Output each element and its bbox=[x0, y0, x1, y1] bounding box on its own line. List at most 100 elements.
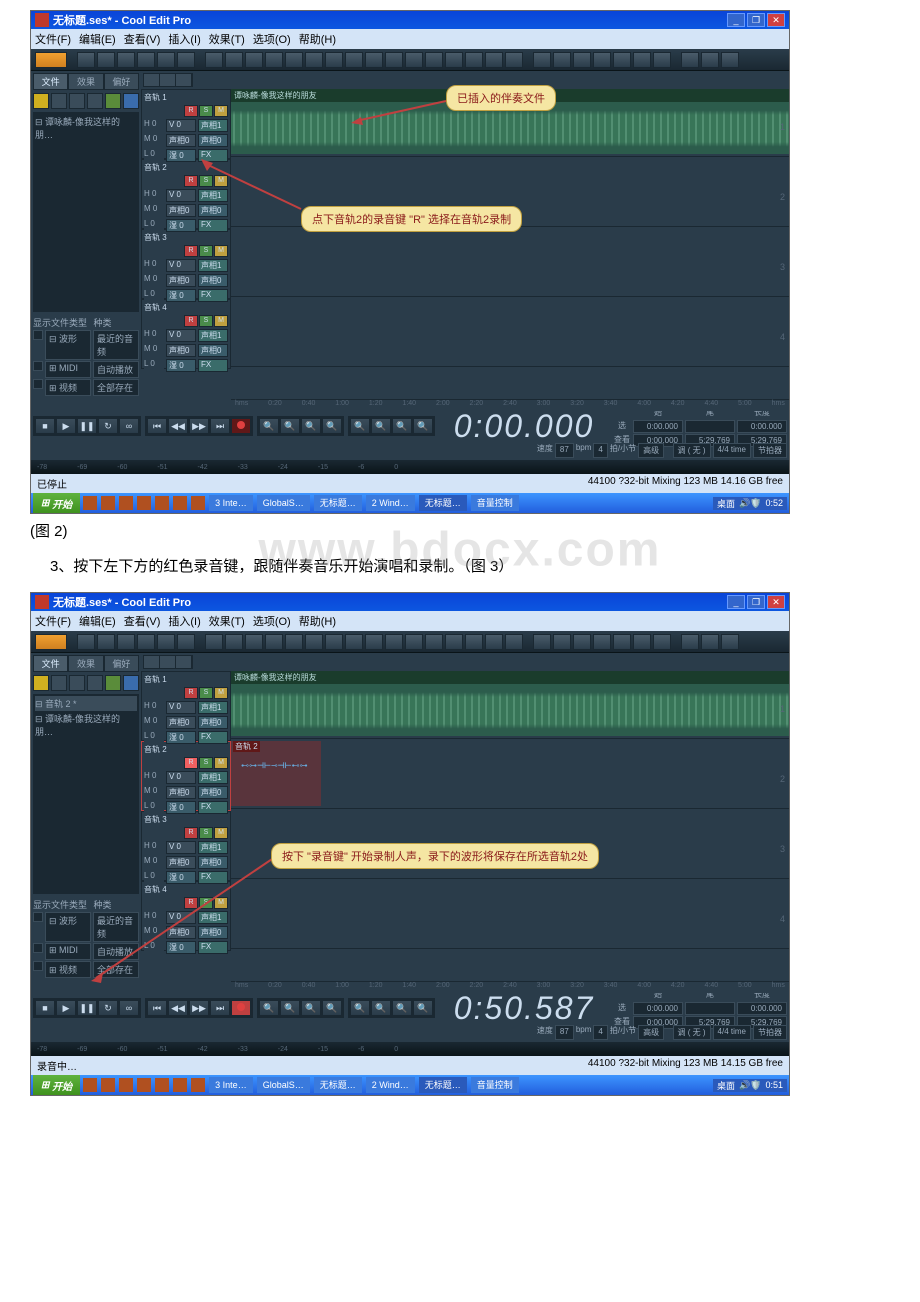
track2-mute[interactable]: M bbox=[214, 175, 228, 187]
all-exist[interactable]: 全部存在 bbox=[93, 961, 139, 978]
taskbar-item[interactable]: 无标题… bbox=[314, 495, 362, 511]
side-icon[interactable] bbox=[87, 675, 103, 691]
side-tab-fav[interactable]: 偏好 bbox=[104, 73, 139, 90]
tb-btn[interactable] bbox=[385, 52, 403, 68]
ql-icon[interactable] bbox=[137, 1078, 151, 1092]
ql-icon[interactable] bbox=[155, 496, 169, 510]
maximize-button[interactable]: ❐ bbox=[747, 13, 765, 27]
ql-icon[interactable] bbox=[119, 1078, 133, 1092]
zoom-v-sel[interactable]: 🔍 bbox=[413, 1000, 433, 1016]
key-select[interactable]: 调 ( 无 ) bbox=[673, 1025, 711, 1040]
ql-icon[interactable] bbox=[137, 496, 151, 510]
close-button[interactable]: ✕ bbox=[767, 595, 785, 609]
track2-solo[interactable]: S bbox=[199, 757, 213, 769]
tb-btn[interactable] bbox=[97, 634, 115, 650]
view-switch[interactable] bbox=[143, 73, 193, 87]
tb-btn[interactable] bbox=[117, 634, 135, 650]
sel-start[interactable]: 0:00.000 bbox=[633, 420, 683, 433]
audio-clip-track1[interactable]: 谭咏麟-像我这样的朋友 bbox=[231, 671, 789, 736]
side-tab-file[interactable]: 文件 bbox=[33, 73, 68, 90]
record-button[interactable] bbox=[231, 418, 251, 434]
tb-btn[interactable] bbox=[365, 52, 383, 68]
taskbar-item[interactable]: GlobalS… bbox=[257, 1077, 310, 1093]
side-icon[interactable] bbox=[69, 675, 85, 691]
sel-end[interactable] bbox=[685, 1002, 735, 1015]
type-video-chk[interactable] bbox=[33, 379, 43, 389]
menu-view[interactable]: 查看(V) bbox=[124, 613, 161, 629]
side-open-icon[interactable] bbox=[33, 93, 49, 109]
tray-desktop[interactable]: 桌面 bbox=[717, 497, 735, 510]
tracks-area[interactable]: 谭咏麟-像我这样的朋友 1 2 3 4 已插入的伴奏文件 点下音轨2的录音键 "… bbox=[231, 71, 789, 411]
tb-btn[interactable] bbox=[245, 52, 263, 68]
beats-per-bar[interactable]: 4 bbox=[593, 1025, 607, 1040]
taskbar-item-cooledit[interactable]: 无标题… bbox=[419, 1077, 467, 1093]
track1-lane[interactable]: 谭咏麟-像我这样的朋友 1 bbox=[231, 669, 789, 739]
taskbar-item[interactable]: 3 Inte… bbox=[209, 495, 253, 511]
track4-mute[interactable]: M bbox=[214, 315, 228, 327]
track4-solo[interactable]: S bbox=[199, 315, 213, 327]
minimize-button[interactable]: _ bbox=[727, 13, 745, 27]
tempo-advanced[interactable]: 高级 bbox=[638, 1025, 664, 1040]
track3-mute[interactable]: M bbox=[214, 245, 228, 257]
forward-button[interactable]: ▶▶ bbox=[189, 418, 209, 434]
tb-btn[interactable] bbox=[653, 634, 671, 650]
play-all-button[interactable]: ∞ bbox=[119, 418, 139, 434]
tray-clock[interactable]: 0:51 bbox=[765, 1080, 783, 1090]
tb-btn[interactable] bbox=[285, 52, 303, 68]
tb-btn[interactable] bbox=[345, 634, 363, 650]
menu-effect[interactable]: 效果(T) bbox=[209, 613, 245, 629]
track3-rec-arm[interactable]: R bbox=[184, 827, 198, 839]
play-loop-button[interactable]: ↻ bbox=[98, 1000, 118, 1016]
tb-btn[interactable] bbox=[157, 52, 175, 68]
play-loop-button[interactable]: ↻ bbox=[98, 418, 118, 434]
recent[interactable]: 最近的音频 bbox=[93, 330, 139, 360]
track2-rec-arm-active[interactable]: R bbox=[184, 757, 198, 769]
tb-btn[interactable] bbox=[721, 634, 739, 650]
type-video-chk[interactable] bbox=[33, 961, 43, 971]
ql-icon[interactable] bbox=[83, 496, 97, 510]
zoom-sel-button[interactable]: 🔍 bbox=[322, 1000, 342, 1016]
zoom-fit-button[interactable]: 🔍 bbox=[301, 418, 321, 434]
tb-btn[interactable] bbox=[533, 634, 551, 650]
zoom-v-in[interactable]: 🔍 bbox=[350, 418, 370, 434]
ql-icon[interactable] bbox=[83, 1078, 97, 1092]
menu-file[interactable]: 文件(F) bbox=[35, 31, 71, 47]
tb-btn[interactable] bbox=[77, 634, 95, 650]
beats-per-bar[interactable]: 4 bbox=[593, 443, 607, 458]
metronome[interactable]: 节拍器 bbox=[753, 443, 787, 458]
type-wave-chk[interactable] bbox=[33, 912, 43, 922]
zoom-v-in[interactable]: 🔍 bbox=[350, 1000, 370, 1016]
tb-btn[interactable] bbox=[137, 52, 155, 68]
tb-btn[interactable] bbox=[265, 634, 283, 650]
file-item[interactable]: ⊟ 谭咏麟-像我这样的朋… bbox=[35, 114, 137, 142]
menu-view[interactable]: 查看(V) bbox=[124, 31, 161, 47]
side-tab-file[interactable]: 文件 bbox=[33, 655, 68, 672]
menu-option[interactable]: 选项(O) bbox=[253, 31, 291, 47]
ql-icon[interactable] bbox=[191, 1078, 205, 1092]
menu-insert[interactable]: 插入(I) bbox=[168, 613, 200, 629]
menu-effect[interactable]: 效果(T) bbox=[209, 31, 245, 47]
tb-btn[interactable] bbox=[285, 634, 303, 650]
ql-icon[interactable] bbox=[101, 496, 115, 510]
track1-mute[interactable]: M bbox=[214, 105, 228, 117]
menu-insert[interactable]: 插入(I) bbox=[168, 31, 200, 47]
side-icon[interactable] bbox=[105, 93, 121, 109]
tb-btn[interactable] bbox=[305, 634, 323, 650]
side-icon[interactable] bbox=[123, 675, 139, 691]
taskbar-item[interactable]: GlobalS… bbox=[257, 495, 310, 511]
close-button[interactable]: ✕ bbox=[767, 13, 785, 27]
tb-btn[interactable] bbox=[325, 634, 343, 650]
track4-lane[interactable]: 4 bbox=[231, 297, 789, 367]
side-open-icon[interactable] bbox=[33, 675, 49, 691]
zoom-v-fit[interactable]: 🔍 bbox=[392, 1000, 412, 1016]
track3-rec-arm[interactable]: R bbox=[184, 245, 198, 257]
type-wave[interactable]: ⊟ 波形 bbox=[45, 912, 91, 942]
tb-btn[interactable] bbox=[177, 52, 195, 68]
metronome[interactable]: 节拍器 bbox=[753, 1025, 787, 1040]
sel-length[interactable]: 0:00.000 bbox=[737, 1002, 787, 1015]
tb-btn[interactable] bbox=[445, 634, 463, 650]
tb-btn[interactable] bbox=[117, 52, 135, 68]
tb-btn[interactable] bbox=[245, 634, 263, 650]
side-icon[interactable] bbox=[123, 93, 139, 109]
sel-end[interactable] bbox=[685, 420, 735, 433]
